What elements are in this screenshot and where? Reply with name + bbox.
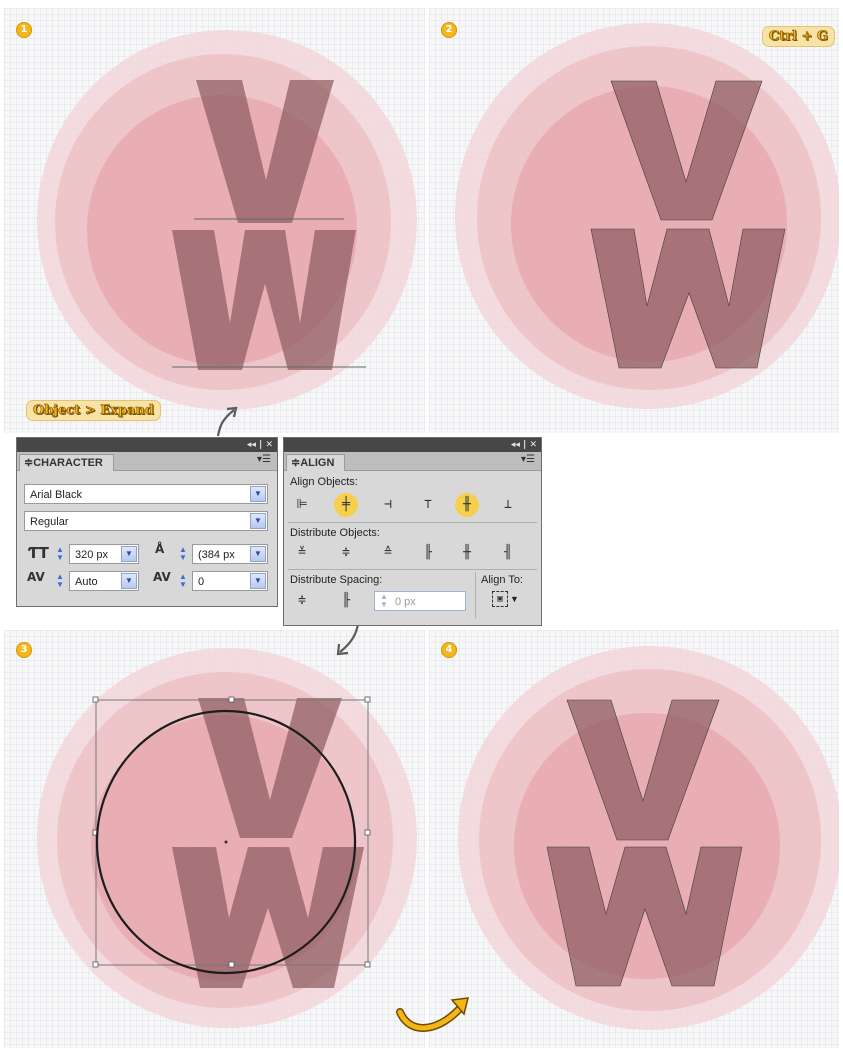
spacing-value: 0 px [395, 596, 416, 608]
kerning-stepper[interactable]: ▲ ▼ [54, 573, 66, 589]
step-4-artwork [458, 646, 839, 1030]
font-style-value: Regular [30, 516, 69, 528]
kerning-value: Auto [75, 576, 98, 588]
leading-value: (384 px [198, 549, 235, 561]
vertical-align-top-icon[interactable]: ⊤ [418, 496, 438, 514]
tab-character[interactable]: ≑CHARACTER [19, 454, 114, 471]
vertical-distribute-center-icon[interactable]: ≑ [336, 544, 356, 562]
panel-menu-icon[interactable]: ▾☰ [257, 454, 271, 465]
curved-arrow-up-icon [216, 406, 238, 437]
character-panel-tabrow: ≑CHARACTER ▾☰ [17, 452, 277, 471]
character-panel: ◂◂ | ✕ ≑CHARACTER ▾☰ Arial Black ▼ Regul… [16, 437, 278, 607]
bbox-handle[interactable] [364, 829, 371, 836]
leading-select[interactable]: (384 px ▼ [192, 544, 268, 564]
font-family-value: Arial Black [30, 489, 82, 501]
step-1-panel: 1 [4, 8, 425, 433]
vertical-align-center-icon[interactable]: ╫ [457, 496, 477, 514]
step-1-artwork [37, 30, 417, 410]
horizontal-distribute-right-icon[interactable]: ╢ [498, 544, 518, 562]
horizontal-align-left-icon[interactable]: ⊫ [292, 496, 312, 514]
step-2-badge: 2 [441, 22, 457, 38]
horizontal-align-right-icon[interactable]: ⊣ [378, 496, 398, 514]
divider [288, 522, 537, 523]
horizontal-align-center-icon[interactable]: ╪ [336, 496, 356, 514]
vertical-distribute-top-icon[interactable]: ≚ [292, 544, 312, 562]
align-to-dropdown-icon[interactable]: ▼ [510, 594, 519, 604]
align-panel-tabrow: ≑ALIGN ▾☰ [284, 452, 541, 471]
bbox-handle[interactable] [364, 696, 371, 703]
horizontal-distribute-center-icon[interactable]: ╫ [457, 544, 477, 562]
divider [288, 569, 537, 570]
inner-ring [514, 713, 780, 979]
tab-align[interactable]: ≑ALIGN [286, 454, 346, 471]
align-panel-titlebar[interactable]: ◂◂ | ✕ [284, 438, 541, 452]
horizontal-distribute-space-icon[interactable]: ╟ [336, 592, 356, 610]
menu-command-tag: Object > Expand [26, 400, 161, 421]
font-size-icon: ƬT [28, 544, 49, 562]
step-2-panel: 2 Ctrl + G [429, 8, 839, 433]
curved-arrow-down-icon [336, 623, 360, 656]
tracking-icon: AV [153, 570, 171, 584]
chevron-down-icon[interactable]: ▼ [250, 513, 266, 529]
step-2-artwork [455, 23, 839, 409]
vertical-distribute-bottom-icon[interactable]: ≙ [378, 544, 398, 562]
step-3-artwork [37, 648, 417, 1028]
kerning-select[interactable]: Auto ▼ [69, 571, 139, 591]
chevron-down-icon[interactable]: ▼ [121, 573, 137, 589]
step-4-badge: 4 [441, 642, 457, 658]
tracking-select[interactable]: 0 ▼ [192, 571, 268, 591]
vertical-align-bottom-icon[interactable]: ⊥ [498, 496, 518, 514]
bbox-handle[interactable] [228, 696, 235, 703]
leading-icon: Å [155, 542, 165, 556]
divider [475, 572, 476, 618]
spacing-stepper[interactable]: ▲ ▼ [378, 593, 390, 609]
bbox-handle[interactable] [92, 961, 99, 968]
horizontal-distribute-left-icon[interactable]: ╟ [418, 544, 438, 562]
step-3-badge: 3 [16, 642, 32, 658]
yellow-curved-arrow-icon [396, 997, 469, 1032]
font-size-select[interactable]: 320 px ▼ [69, 544, 139, 564]
bbox-handle[interactable] [364, 961, 371, 968]
bbox-handle[interactable] [228, 961, 235, 968]
chevron-down-icon[interactable]: ▼ [250, 486, 266, 502]
align-to-label: Align To: [481, 574, 523, 586]
keyboard-shortcut-tag: Ctrl + G [761, 26, 835, 47]
center-point [224, 840, 228, 844]
chevron-down-icon[interactable]: ▼ [250, 573, 266, 589]
font-size-value: 320 px [75, 549, 109, 561]
font-size-stepper[interactable]: ▲ ▼ [54, 546, 66, 562]
align-to-selection-icon[interactable]: ▣ [492, 591, 508, 607]
step-3-panel: 3 [4, 630, 425, 1048]
distribute-spacing-label: Distribute Spacing: [290, 574, 383, 586]
align-panel: ◂◂ | ✕ ≑ALIGN ▾☰ Align Objects: ⊫ ╪ ⊣ ⊤ … [283, 437, 542, 626]
align-objects-label: Align Objects: [290, 476, 358, 488]
bbox-handle[interactable] [92, 696, 99, 703]
kerning-icon: AV [27, 570, 45, 584]
distribute-objects-label: Distribute Objects: [290, 527, 380, 539]
font-style-select[interactable]: Regular ▼ [24, 511, 268, 531]
tracking-value: 0 [198, 576, 205, 588]
step-1-badge: 1 [16, 22, 32, 38]
panel-menu-icon[interactable]: ▾☰ [521, 454, 535, 465]
vertical-distribute-space-icon[interactable]: ≑ [292, 592, 312, 610]
character-panel-titlebar[interactable]: ◂◂ | ✕ [17, 438, 277, 452]
leading-stepper[interactable]: ▲ ▼ [177, 546, 189, 562]
spacing-input[interactable]: ▲ ▼ 0 px [374, 591, 466, 611]
chevron-down-icon[interactable]: ▼ [121, 546, 137, 562]
step-4-panel: 4 [429, 630, 839, 1048]
chevron-down-icon[interactable]: ▼ [250, 546, 266, 562]
tracking-stepper[interactable]: ▲ ▼ [177, 573, 189, 589]
font-family-select[interactable]: Arial Black ▼ [24, 484, 268, 504]
